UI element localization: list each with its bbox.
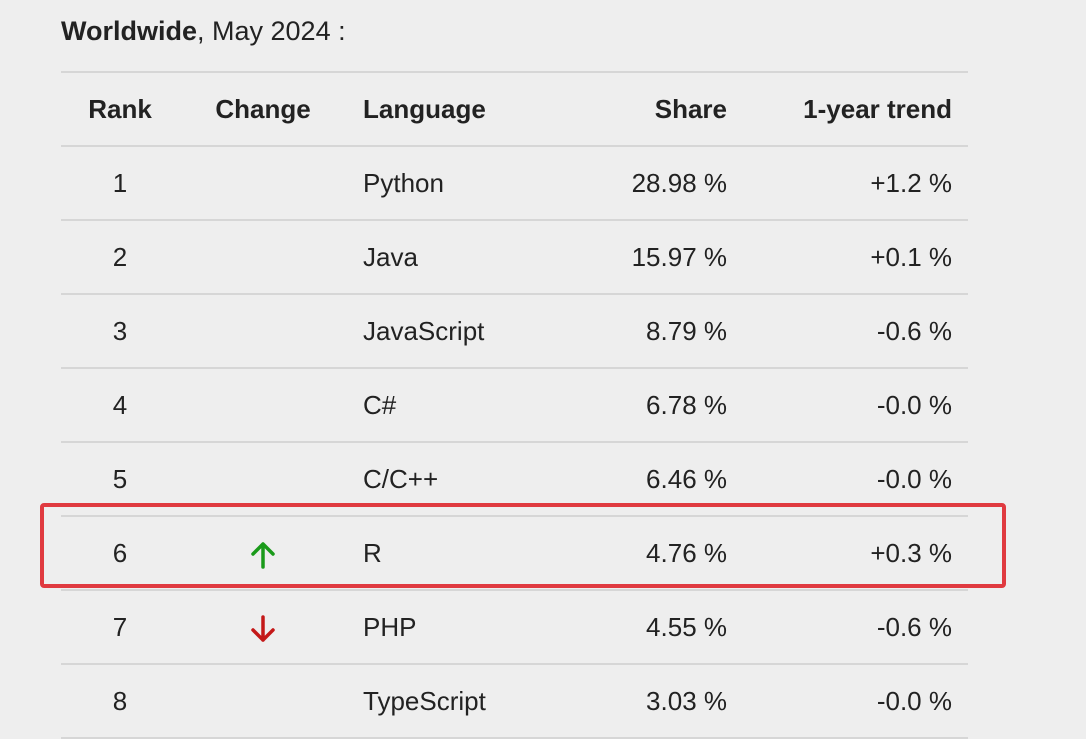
change-cell xyxy=(196,517,330,589)
trend-cell: -0.0 % xyxy=(876,464,952,494)
change-cell xyxy=(196,591,330,663)
rank-cell: 1 xyxy=(112,168,128,198)
rank-cell: 4 xyxy=(112,390,128,420)
share-cell: 6.78 % xyxy=(646,390,727,420)
trend-cell: +0.3 % xyxy=(870,538,952,568)
table-row: 4 C# 6.78 % -0.0 % xyxy=(61,369,968,443)
arrow-up-icon xyxy=(251,542,275,569)
table-row: 8 TypeScript 3.03 % -0.0 % xyxy=(61,665,968,739)
caption-region: Worldwide xyxy=(61,16,198,46)
table-row: 3 JavaScript 8.79 % -0.6 % xyxy=(61,295,968,369)
trend-cell: -0.0 % xyxy=(876,686,952,716)
table-row: 2 Java 15.97 % +0.1 % xyxy=(61,221,968,295)
table-row: 6 R 4.76 % +0.3 % xyxy=(61,517,968,591)
trend-cell: -0.0 % xyxy=(876,390,952,420)
rank-cell: 7 xyxy=(112,612,128,642)
change-cell xyxy=(196,295,330,367)
change-cell xyxy=(196,221,330,293)
table-header-row: Rank Change Language Share 1-year trend xyxy=(61,73,968,147)
share-cell: 28.98 % xyxy=(631,168,727,198)
share-cell: 8.79 % xyxy=(646,316,727,346)
rank-cell: 2 xyxy=(112,242,128,272)
header-rank[interactable]: Rank xyxy=(61,73,179,145)
arrow-down-icon xyxy=(251,615,275,642)
ranking-table: Rank Change Language Share 1-year trend … xyxy=(61,71,968,739)
rank-cell: 6 xyxy=(112,538,128,568)
change-cell xyxy=(196,665,330,737)
change-cell xyxy=(196,147,330,219)
share-cell: 15.97 % xyxy=(631,242,727,272)
rank-cell: 8 xyxy=(112,686,128,716)
trend-cell: -0.6 % xyxy=(876,612,952,642)
header-trend[interactable]: 1-year trend xyxy=(751,73,952,145)
trend-cell: +1.2 % xyxy=(870,168,952,198)
trend-cell: -0.6 % xyxy=(876,316,952,346)
table-row: 5 C/C++ 6.46 % -0.0 % xyxy=(61,443,968,517)
change-cell xyxy=(196,443,330,515)
rank-cell: 3 xyxy=(112,316,128,346)
share-cell: 4.76 % xyxy=(646,538,727,568)
share-cell: 4.55 % xyxy=(646,612,727,642)
table-body: 1 Python 28.98 % +1.2 % 2 Java 15.97 % +0.1 % 3 J… xyxy=(61,147,968,739)
header-share[interactable]: Share xyxy=(541,73,727,145)
change-cell xyxy=(196,369,330,441)
table-row: 7 PHP 4.55 % -0.6 % xyxy=(61,591,968,665)
share-cell: 6.46 % xyxy=(646,464,727,494)
table-row: 1 Python 28.98 % +1.2 % xyxy=(61,147,968,221)
header-change[interactable]: Change xyxy=(196,73,330,145)
trend-cell: +0.1 % xyxy=(870,242,952,272)
caption-date: , May 2024 : xyxy=(197,16,346,46)
share-cell: 3.03 % xyxy=(646,686,727,716)
rank-cell: 5 xyxy=(112,464,128,494)
table-caption: Worldwide, May 2024 : xyxy=(61,14,346,48)
